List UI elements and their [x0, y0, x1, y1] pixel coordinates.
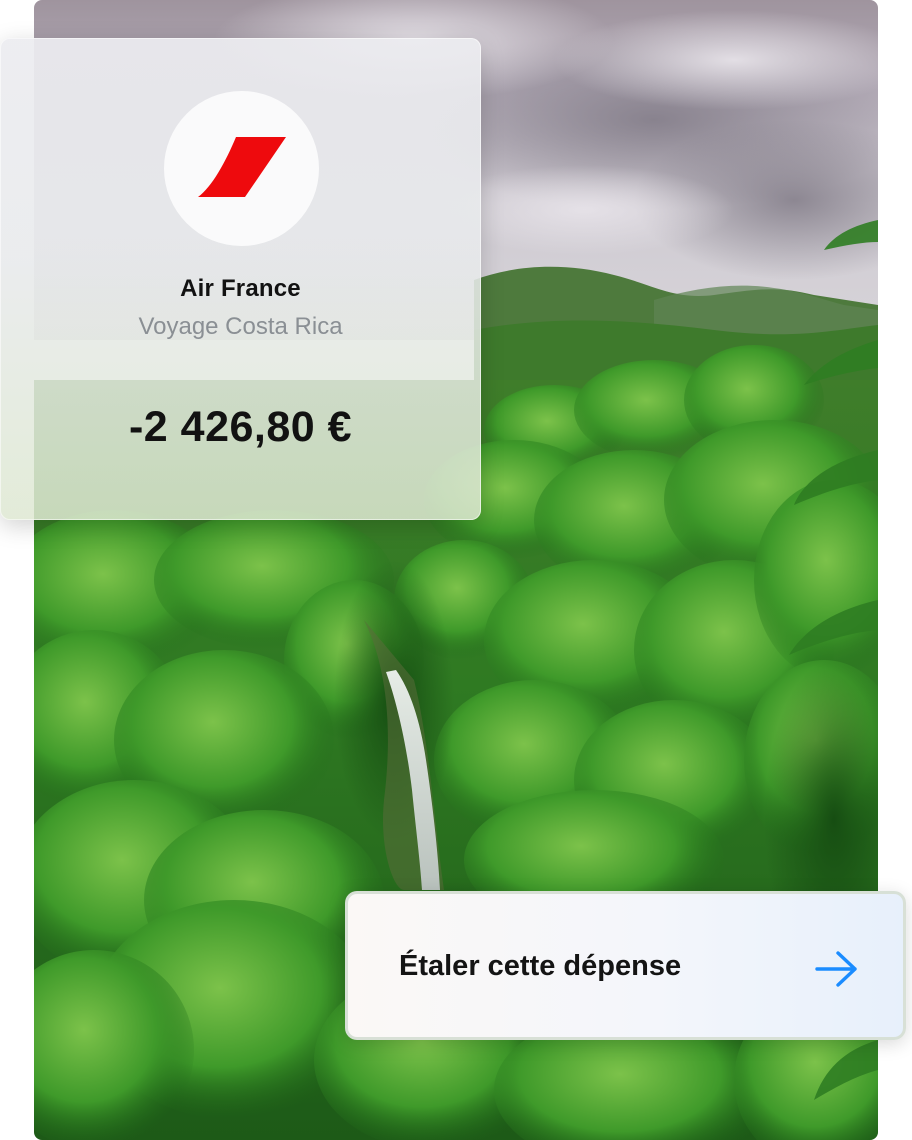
merchant-name: Air France	[180, 275, 301, 302]
transaction-card[interactable]: Air France Voyage Costa Rica -2 426,80 €	[0, 38, 481, 520]
transaction-description: Voyage Costa Rica	[138, 313, 343, 340]
stage: Air France Voyage Costa Rica -2 426,80 €…	[0, 0, 912, 1140]
air-france-logo-icon	[198, 137, 286, 197]
spread-expense-label: Étaler cette dépense	[399, 950, 682, 982]
spread-expense-button[interactable]: Étaler cette dépense	[345, 891, 906, 1040]
merchant-logo	[164, 91, 319, 246]
arrow-right-icon	[815, 951, 857, 987]
transaction-amount: -2 426,80 €	[128, 403, 353, 451]
